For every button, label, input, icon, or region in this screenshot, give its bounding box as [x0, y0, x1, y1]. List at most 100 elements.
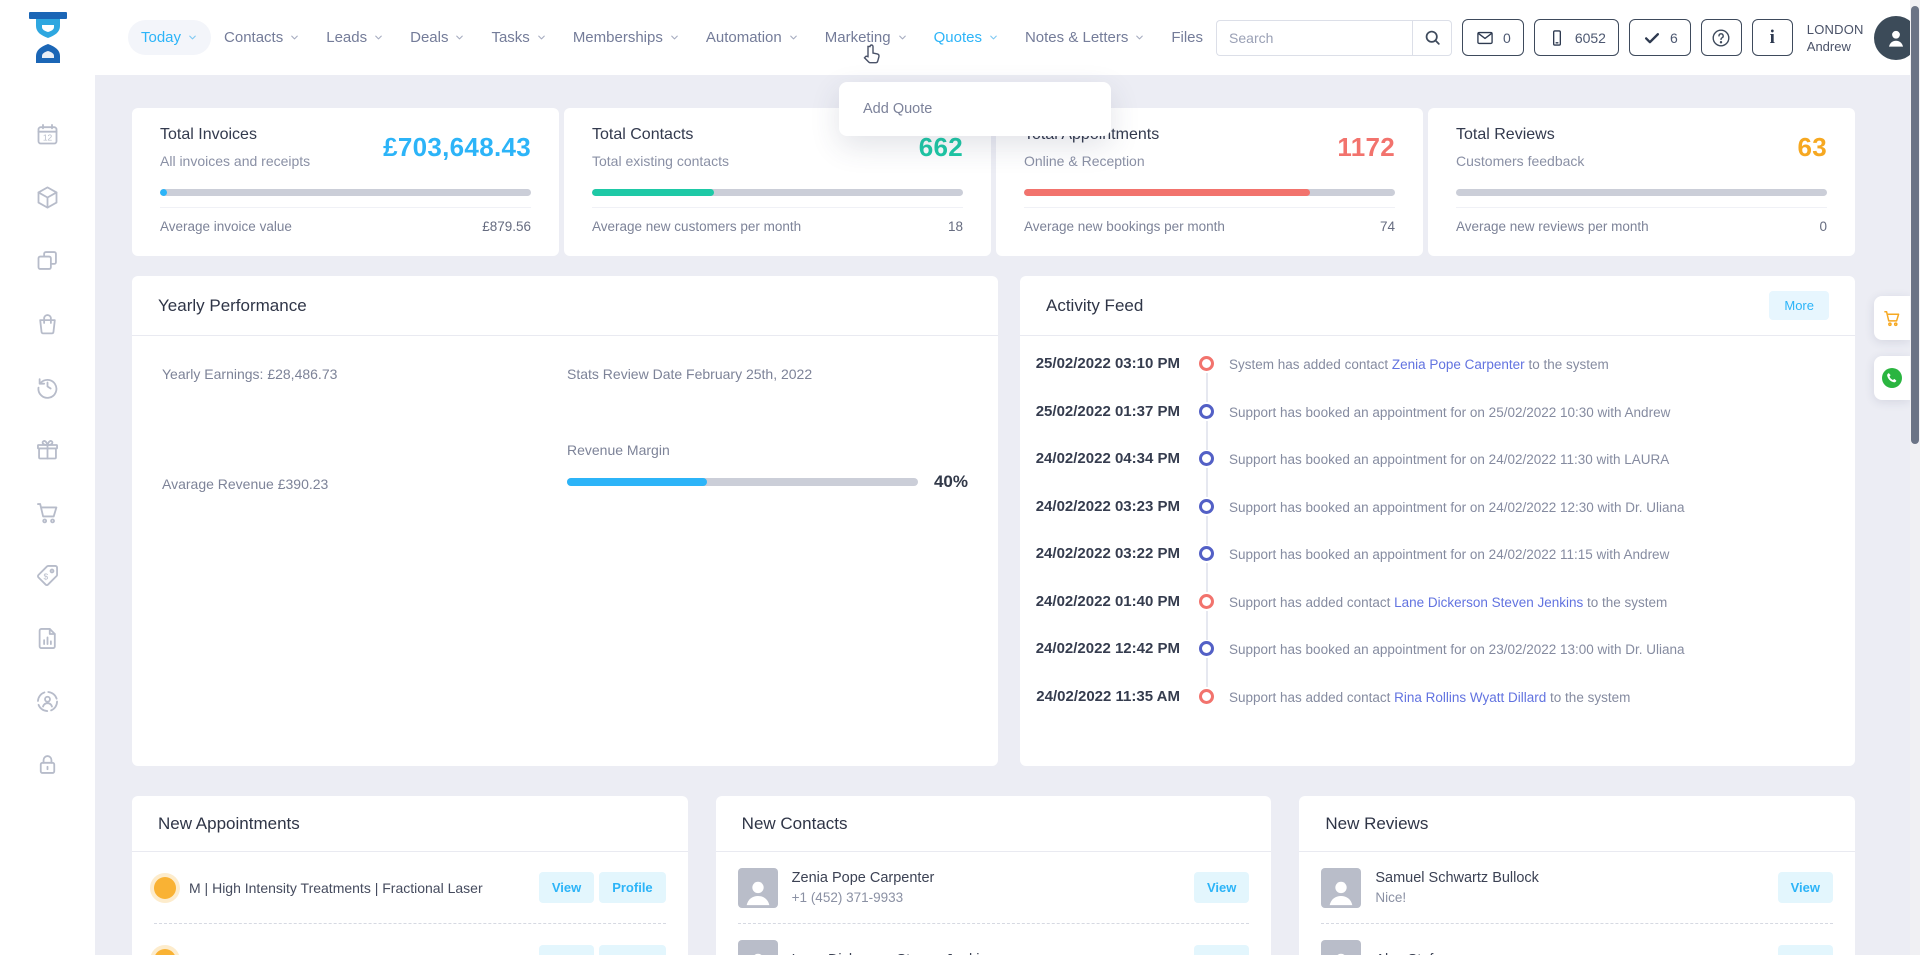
- search-button[interactable]: [1412, 20, 1452, 56]
- profile-button[interactable]: Profile: [599, 945, 665, 955]
- phone-badge-button[interactable]: 6052: [1534, 19, 1619, 56]
- view-button[interactable]: View: [539, 945, 594, 955]
- nav-item-deals[interactable]: Deals: [397, 20, 478, 55]
- activity-item: 25/02/2022 03:10 PMSystem has added cont…: [1030, 356, 1829, 404]
- badge-count: 6: [1670, 30, 1678, 46]
- contact-name: Zenia Pope Carpenter: [792, 868, 1189, 888]
- info-button[interactable]: i: [1752, 19, 1793, 56]
- stat-progress-fill: [592, 189, 714, 196]
- user-location: LONDON: [1807, 21, 1864, 38]
- nav-item-quotes[interactable]: Quotes: [921, 20, 1012, 55]
- quotes-dropdown-menu: Add Quote: [839, 82, 1111, 136]
- activity-item: 25/02/2022 01:37 PM Support has booked an…: [1030, 404, 1829, 452]
- timeline-marker-icon: [1199, 451, 1214, 466]
- search-input[interactable]: [1216, 20, 1412, 56]
- svg-text:12: 12: [43, 133, 53, 143]
- avatar: [738, 868, 778, 908]
- activity-item: 24/02/2022 01:40 PMSupport has added con…: [1030, 594, 1829, 642]
- price-tag-icon: $: [34, 562, 61, 589]
- check-badge-button[interactable]: 6: [1629, 19, 1691, 56]
- sidebar-account-icon[interactable]: [34, 688, 61, 715]
- cart-side-tab[interactable]: [1874, 296, 1910, 340]
- stat-value: 662: [919, 132, 963, 163]
- sidebar-report-icon[interactable]: [34, 625, 61, 652]
- timeline-connector: [1206, 516, 1208, 545]
- activity-timestamp: 24/02/2022 12:42 PM: [1030, 641, 1180, 657]
- help-icon: [1710, 27, 1732, 49]
- timeline-marker-icon: [1199, 689, 1214, 704]
- activity-text: Support has booked an appointment for on…: [1229, 404, 1670, 421]
- stat-card-total-invoices: Total InvoicesAll invoices and receipts£…: [132, 108, 559, 256]
- revenue-margin-track: [567, 478, 918, 486]
- stat-footer-label: Average invoice value: [160, 219, 292, 234]
- nav-item-notes-letters[interactable]: Notes & Letters: [1012, 20, 1158, 55]
- nav-item-today[interactable]: Today: [128, 20, 211, 55]
- nav-item-memberships[interactable]: Memberships: [560, 20, 693, 55]
- sidebar-copy-icon[interactable]: [34, 247, 61, 274]
- whatsapp-side-tab[interactable]: [1874, 356, 1910, 400]
- review-name: Samuel Schwartz Bullock: [1375, 868, 1772, 888]
- stat-progress-fill: [1024, 189, 1310, 196]
- yearly-earnings: Yearly Earnings: £28,486.73: [162, 366, 567, 382]
- more-button[interactable]: More: [1769, 291, 1829, 320]
- contact-link[interactable]: Rina Rollins Wyatt Dillard: [1394, 690, 1546, 705]
- scrollbar-thumb[interactable]: [1911, 6, 1919, 444]
- nav-label: Memberships: [573, 29, 663, 46]
- view-button[interactable]: View: [539, 872, 594, 903]
- appointment-dot-icon: [154, 877, 176, 899]
- mail-badge-button[interactable]: 0: [1462, 19, 1524, 56]
- sidebar-gift-icon[interactable]: [34, 436, 61, 463]
- activity-feed-title: Activity Feed: [1046, 296, 1143, 316]
- profile-button[interactable]: Profile: [599, 872, 665, 903]
- nav-label: Leads: [326, 29, 367, 46]
- chevron-down-icon: [669, 32, 680, 43]
- activity-item: 24/02/2022 04:34 PMSupport has booked an…: [1030, 451, 1829, 499]
- gift-icon: [34, 436, 61, 463]
- timeline-marker-icon: [1199, 499, 1214, 514]
- sidebar-shopping-bag-icon[interactable]: [34, 310, 61, 337]
- sidebar-lock-icon[interactable]: [34, 751, 61, 778]
- activity-timestamp: 24/02/2022 04:34 PM: [1030, 451, 1180, 467]
- stat-subtitle: Customers feedback: [1456, 153, 1584, 169]
- stat-title: Total Contacts: [592, 126, 729, 144]
- search-group: [1216, 20, 1452, 56]
- chevron-down-icon: [373, 32, 384, 43]
- stat-subtitle: All invoices and receipts: [160, 153, 310, 169]
- chevron-down-icon: [536, 32, 547, 43]
- contact-link[interactable]: Zenia Pope Carpenter: [1392, 357, 1525, 372]
- app-logo-icon: [24, 11, 72, 65]
- sidebar-cart-icon[interactable]: [34, 499, 61, 526]
- timeline-connector: [1206, 468, 1208, 497]
- nav-item-marketing[interactable]: Marketing: [812, 20, 921, 55]
- activity-timestamp: 24/02/2022 03:23 PM: [1030, 499, 1180, 515]
- appointment-row: M | High Intensity Treatments | Fraction…: [154, 852, 666, 924]
- view-button[interactable]: View: [1778, 872, 1833, 903]
- activity-timestamp: 25/02/2022 01:37 PM: [1030, 404, 1180, 420]
- activity-item: 24/02/2022 12:42 PMSupport has booked an…: [1030, 641, 1829, 689]
- view-button[interactable]: View: [1194, 872, 1249, 903]
- new-reviews-title: New Reviews: [1325, 814, 1428, 834]
- view-button[interactable]: View: [1194, 945, 1249, 955]
- new-appointments-title: New Appointments: [158, 814, 300, 834]
- nav-item-automation[interactable]: Automation: [693, 20, 812, 55]
- stat-title: Total Invoices: [160, 126, 310, 144]
- nav-item-tasks[interactable]: Tasks: [478, 20, 559, 55]
- timeline-marker-icon: [1199, 641, 1214, 656]
- sidebar-price-tag-icon[interactable]: $: [34, 562, 61, 589]
- contact-link[interactable]: Lane Dickerson Steven Jenkins: [1394, 595, 1583, 610]
- view-button[interactable]: View: [1778, 945, 1833, 955]
- nav-label: Today: [141, 29, 181, 46]
- menu-item-add-quote[interactable]: Add Quote: [839, 88, 1111, 130]
- icon-sidebar: 12 $: [0, 75, 95, 955]
- stat-progress-track: [592, 189, 963, 196]
- nav-label: Files: [1171, 29, 1203, 46]
- nav-item-files[interactable]: Files: [1158, 20, 1216, 55]
- nav-item-contacts[interactable]: Contacts: [211, 20, 313, 55]
- activity-feed-list: 25/02/2022 03:10 PMSystem has added cont…: [1020, 336, 1855, 736]
- help-button[interactable]: [1701, 19, 1742, 56]
- sidebar-calendar-icon[interactable]: 12: [34, 121, 61, 148]
- nav-item-leads[interactable]: Leads: [313, 20, 397, 55]
- top-header: Today Contacts Leads DealsTasks Memberships A…: [0, 0, 1920, 75]
- sidebar-package-icon[interactable]: [34, 184, 61, 211]
- sidebar-history-icon[interactable]: [34, 373, 61, 400]
